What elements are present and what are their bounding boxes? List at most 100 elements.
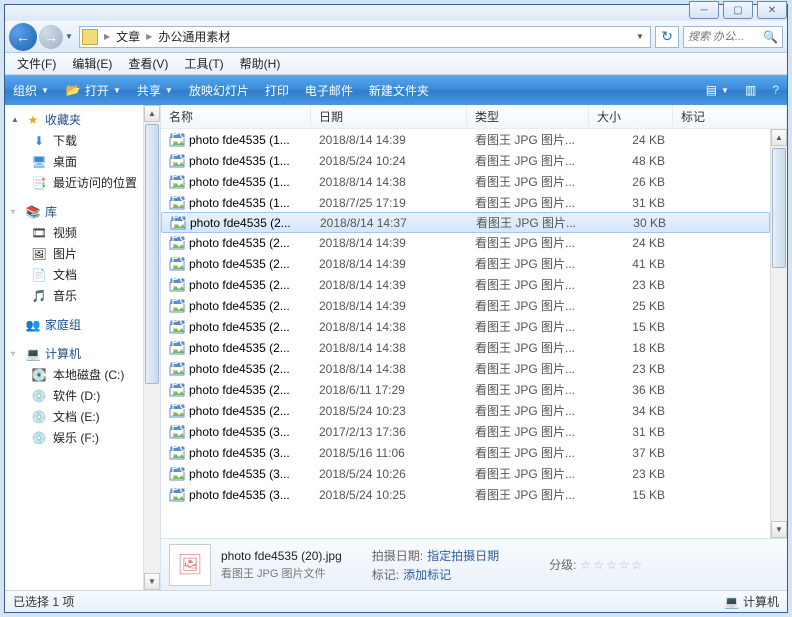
scroll-thumb[interactable] (145, 124, 159, 384)
svg-text:JPG: JPG (169, 153, 185, 162)
file-size: 48 KB (589, 154, 673, 168)
tree-downloads[interactable]: ⬇下载 (5, 130, 160, 151)
file-date: 2018/5/24 10:23 (311, 404, 467, 418)
menu-tools[interactable]: 工具(T) (178, 53, 229, 74)
table-row[interactable]: JPGphoto fde4535 (2...2018/8/14 14:39看图王… (161, 253, 787, 274)
table-row[interactable]: JPGphoto fde4535 (2...2018/5/24 10:23看图王… (161, 400, 787, 421)
col-name[interactable]: 名称 (161, 105, 311, 128)
table-row[interactable]: JPGphoto fde4535 (3...2018/5/24 10:26看图王… (161, 463, 787, 484)
col-tag[interactable]: 标记 (673, 105, 787, 128)
menu-file[interactable]: 文件(F) (11, 53, 62, 74)
tree-libraries[interactable]: ▿📚库 (5, 201, 160, 222)
file-type: 看图王 JPG 图片... (467, 381, 589, 398)
close-button[interactable]: ✕ (757, 1, 787, 19)
tree-video[interactable]: 🎞视频 (5, 222, 160, 243)
file-name: photo fde4535 (3... (189, 425, 290, 439)
refresh-button[interactable]: ↻ (655, 26, 679, 48)
file-name: photo fde4535 (2... (189, 341, 290, 355)
table-row[interactable]: JPGphoto fde4535 (2...2018/8/14 14:39看图王… (161, 232, 787, 253)
details-tag-value[interactable]: 添加标记 (403, 566, 451, 583)
jpg-icon: JPG (169, 445, 185, 461)
tree-music[interactable]: 🎵音乐 (5, 285, 160, 306)
address-bar[interactable]: ▶ 文章 ▶ 办公通用素材 ▼ (79, 26, 651, 48)
file-type: 看图王 JPG 图片... (467, 444, 589, 461)
tree-computer[interactable]: ▿💻计算机 (5, 343, 160, 364)
folder-icon (82, 29, 98, 45)
tb-open[interactable]: 📂打开▼ (65, 82, 121, 99)
svg-text:JPG: JPG (169, 403, 185, 412)
tree-pictures[interactable]: 🖼图片 (5, 243, 160, 264)
tree-desktop[interactable]: 🖥桌面 (5, 151, 160, 172)
tb-print[interactable]: 打印 (265, 82, 289, 99)
svg-text:JPG: JPG (169, 319, 185, 328)
tb-preview-pane[interactable]: ▥ (745, 83, 756, 97)
tree-homegroup[interactable]: 👥家庭组 (5, 314, 160, 335)
status-computer: 💻计算机 (724, 593, 779, 610)
table-row[interactable]: JPGphoto fde4535 (2...2018/6/11 17:29看图王… (161, 379, 787, 400)
table-row[interactable]: JPGphoto fde4535 (1...2018/7/25 17:19看图王… (161, 192, 787, 213)
file-name: photo fde4535 (2... (189, 362, 290, 376)
file-type: 看图王 JPG 图片... (468, 214, 590, 231)
forward-button[interactable]: → (39, 25, 63, 49)
tree-favorites[interactable]: ▲★收藏夹 (5, 109, 160, 130)
tb-slideshow[interactable]: 放映幻灯片 (189, 82, 249, 99)
table-row[interactable]: JPGphoto fde4535 (3...2018/5/16 11:06看图王… (161, 442, 787, 463)
file-type: 看图王 JPG 图片... (467, 486, 589, 503)
col-date[interactable]: 日期 (311, 105, 467, 128)
table-row[interactable]: JPGphoto fde4535 (2...2018/8/14 14:39看图王… (161, 295, 787, 316)
maximize-button[interactable]: ▢ (723, 1, 753, 19)
table-row[interactable]: JPGphoto fde4535 (3...2018/5/24 10:25看图王… (161, 484, 787, 505)
svg-text:JPG: JPG (169, 277, 185, 286)
tree-disk-c[interactable]: 💽本地磁盘 (C:) (5, 364, 160, 385)
details-shotdate-value[interactable]: 指定拍摄日期 (427, 547, 499, 564)
table-row[interactable]: JPGphoto fde4535 (2...2018/8/14 14:39看图王… (161, 274, 787, 295)
tb-email[interactable]: 电子邮件 (305, 82, 353, 99)
table-row[interactable]: JPGphoto fde4535 (1...2018/5/24 10:24看图王… (161, 150, 787, 171)
tb-share[interactable]: 共享▼ (137, 82, 173, 99)
breadcrumb-seg[interactable]: 文章 (116, 28, 140, 45)
file-name: photo fde4535 (3... (189, 446, 290, 460)
tree-disk-f[interactable]: 💿娱乐 (F:) (5, 427, 160, 448)
table-row[interactable]: JPGphoto fde4535 (3...2017/2/13 17:36看图王… (161, 421, 787, 442)
tb-organize[interactable]: 组织▼ (13, 82, 49, 99)
sidebar-scrollbar[interactable]: ▲ ▼ (143, 105, 160, 590)
help-icon: ? (772, 83, 779, 97)
menu-view[interactable]: 查看(V) (122, 53, 174, 74)
file-date: 2018/6/11 17:29 (311, 383, 467, 397)
scroll-thumb[interactable] (772, 148, 786, 268)
minimize-button[interactable]: ─ (689, 1, 719, 19)
tree-disk-e[interactable]: 💿文档 (E:) (5, 406, 160, 427)
rating-stars[interactable]: ☆☆☆☆☆ (580, 558, 644, 572)
menu-help[interactable]: 帮助(H) (234, 53, 287, 74)
scroll-down-icon[interactable]: ▼ (771, 521, 787, 538)
tb-help[interactable]: ? (772, 83, 779, 97)
file-scrollbar[interactable]: ▲ ▼ (770, 129, 787, 538)
jpg-icon: JPG (169, 132, 185, 148)
address-dropdown[interactable]: ▼ (632, 32, 648, 41)
tb-newfolder[interactable]: 新建文件夹 (369, 82, 429, 99)
table-row[interactable]: JPGphoto fde4535 (1...2018/8/14 14:38看图王… (161, 171, 787, 192)
table-row[interactable]: JPGphoto fde4535 (2...2018/8/14 14:38看图王… (161, 358, 787, 379)
table-row[interactable]: JPGphoto fde4535 (2...2018/8/14 14:37看图王… (161, 212, 770, 233)
tree-disk-d[interactable]: 💿软件 (D:) (5, 385, 160, 406)
breadcrumb-seg[interactable]: 办公通用素材 (158, 28, 230, 45)
tree-recent[interactable]: 📑最近访问的位置 (5, 172, 160, 193)
tb-view-mode[interactable]: ▤ ▼ (706, 83, 729, 97)
col-size[interactable]: 大小 (589, 105, 673, 128)
col-type[interactable]: 类型 (467, 105, 589, 128)
scroll-up-icon[interactable]: ▲ (144, 105, 160, 122)
scroll-down-icon[interactable]: ▼ (144, 573, 160, 590)
table-row[interactable]: JPGphoto fde4535 (1...2018/8/14 14:39看图王… (161, 129, 787, 150)
jpg-icon: JPG (170, 215, 186, 231)
history-dropdown[interactable]: ▼ (63, 32, 75, 41)
tree-documents[interactable]: 📄文档 (5, 264, 160, 285)
table-row[interactable]: JPGphoto fde4535 (2...2018/8/14 14:38看图王… (161, 316, 787, 337)
back-button[interactable]: ← (9, 23, 37, 51)
search-box[interactable]: 🔍 (683, 26, 783, 48)
scroll-up-icon[interactable]: ▲ (771, 129, 787, 146)
table-row[interactable]: JPGphoto fde4535 (2...2018/8/14 14:38看图王… (161, 337, 787, 358)
disk-icon: 💿 (31, 409, 47, 425)
search-input[interactable] (688, 31, 759, 43)
svg-text:JPG: JPG (169, 487, 185, 496)
menu-edit[interactable]: 编辑(E) (66, 53, 118, 74)
